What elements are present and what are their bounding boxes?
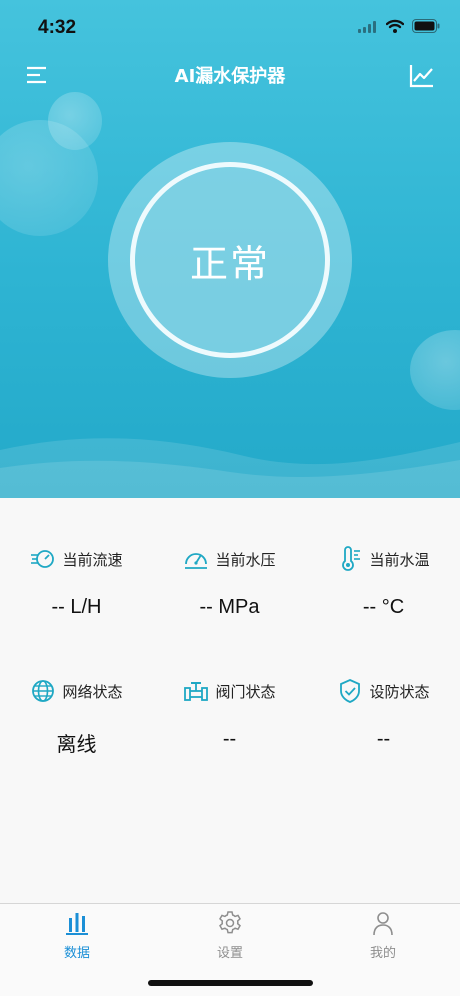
tab-label: 我的 [369, 946, 396, 961]
valve-icon [184, 682, 209, 701]
person-icon [373, 912, 393, 936]
metric-flow-speed: 当前流速 -- L/H [0, 544, 153, 619]
line-chart-icon [409, 65, 433, 88]
metric-value: 离线 [56, 732, 97, 756]
decorative-bubble [410, 330, 460, 410]
tab-profile[interactable]: 我的 [343, 910, 423, 961]
metric-label: 当前水温 [369, 550, 430, 569]
chart-button[interactable] [408, 62, 436, 90]
flow-speed-icon [31, 550, 55, 568]
metric-value: -- [376, 728, 391, 750]
status-ring: 正常 [130, 162, 330, 358]
tab-label: 设置 [216, 946, 243, 961]
metric-value: -- L/H [51, 596, 102, 618]
metric-label: 设防状态 [369, 682, 430, 701]
metric-valve: 阀门状态 -- [153, 676, 306, 751]
metric-value: -- MPa [199, 596, 260, 618]
metric-label: 网络状态 [62, 682, 123, 701]
tab-data[interactable]: 数据 [37, 910, 117, 961]
metric-network: 网络状态 离线 [0, 676, 153, 757]
thermometer-icon [342, 546, 361, 571]
metric-label: 当前水压 [215, 550, 276, 569]
decorative-bubble [48, 92, 102, 150]
metric-label: 当前流速 [62, 550, 123, 569]
home-indicator [148, 980, 313, 986]
metric-value: -- °C [362, 596, 405, 618]
page-title: AI漏水保护器 [174, 66, 286, 87]
metric-pressure: 当前水压 -- MPa [153, 544, 306, 619]
cellular-signal-icon [358, 18, 378, 37]
tab-settings[interactable]: 设置 [190, 910, 270, 961]
gear-icon [219, 911, 241, 934]
shield-check-icon [340, 679, 361, 703]
gauge-icon [185, 553, 208, 569]
device-status-text: 正常 [189, 241, 270, 286]
metric-label: 阀门状态 [215, 682, 276, 701]
status-time: 4:32 [38, 17, 77, 38]
wave-decoration [0, 438, 460, 498]
metrics-panel: 当前流速 -- L/H 当前水压 -- MPa 当前水温 -- °C 网络状态 … [0, 498, 460, 903]
status-bar: 4:32 [0, 0, 460, 52]
metric-arming: 设防状态 -- [307, 676, 460, 751]
hero-banner: 4:32 AI漏水保护器 正常 [0, 0, 460, 498]
wifi-icon [385, 18, 405, 37]
bar-chart-icon [66, 913, 88, 935]
metric-value: -- [222, 728, 237, 750]
globe-icon [32, 680, 55, 702]
battery-icon [412, 18, 440, 37]
metric-temperature: 当前水温 -- °C [307, 544, 460, 619]
tab-label: 数据 [63, 946, 90, 961]
nav-bar: AI漏水保护器 [0, 56, 460, 96]
